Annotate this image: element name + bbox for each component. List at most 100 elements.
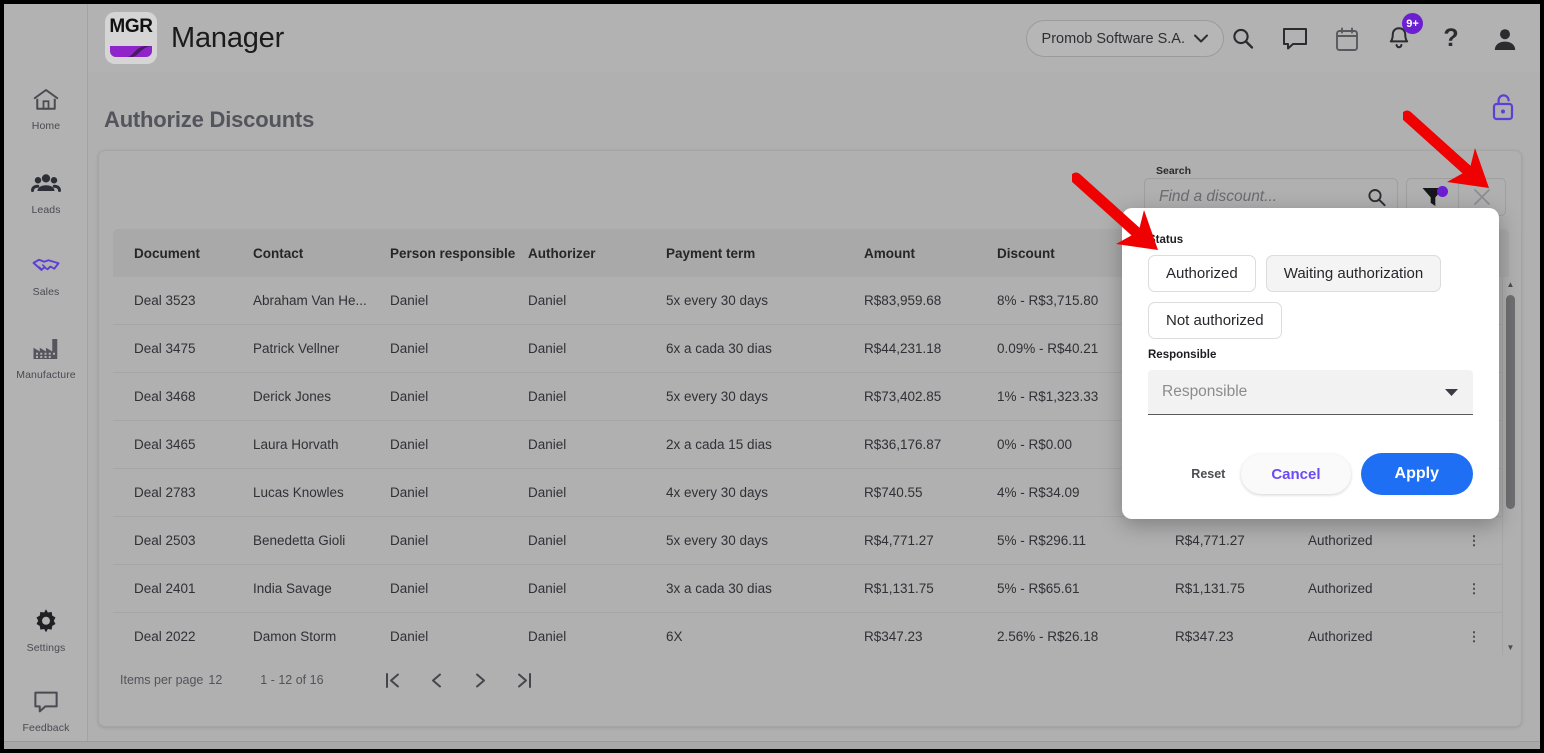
column-header-contact[interactable]: Contact [253, 246, 390, 261]
search-icon-button[interactable] [1222, 18, 1264, 60]
reset-button[interactable]: Reset [1191, 467, 1225, 481]
scroll-up-arrow[interactable]: ▲ [1503, 277, 1518, 292]
previous-page-button[interactable] [420, 663, 454, 697]
org-selector[interactable]: Promob Software S.A. [1025, 20, 1224, 57]
column-header-payment-term[interactable]: Payment term [666, 246, 864, 261]
last-page-button[interactable] [508, 663, 542, 697]
speech-bubble-icon [34, 691, 58, 712]
sidebar-item-home[interactable]: Home [4, 78, 88, 138]
user-avatar-icon [1494, 29, 1516, 50]
items-per-page-label: Items per page [120, 673, 204, 687]
sidebar-item-label: Feedback [22, 721, 70, 734]
responsible-select[interactable]: Responsible [1148, 370, 1473, 415]
cell-amount: R$36,176.87 [864, 437, 942, 452]
close-icon [1474, 189, 1490, 205]
table-scrollbar[interactable]: ▲ ▼ [1502, 277, 1517, 655]
svg-text:?: ? [1443, 26, 1458, 52]
column-header-document[interactable]: Document [113, 246, 253, 261]
cell-final-value: R$4,771.27 [1175, 533, 1245, 548]
cell-amount: R$44,231.18 [864, 341, 942, 356]
cell-discount: 5% - R$65.61 [997, 581, 1080, 596]
home-icon [33, 88, 59, 110]
sidebar-item-leads[interactable]: Leads [4, 162, 88, 222]
sidebar-item-label: Home [31, 119, 61, 132]
status-chip[interactable]: Authorized [1148, 255, 1256, 292]
cell-person-responsible: Daniel [390, 533, 429, 548]
sidebar-item-manufacture[interactable]: Manufacture [4, 326, 88, 388]
first-page-button[interactable] [376, 663, 410, 697]
row-actions-button[interactable]: ⋮ [1458, 581, 1498, 597]
cell-payment-term: 6x a cada 30 dias [666, 341, 772, 356]
cancel-button[interactable]: Cancel [1241, 454, 1351, 494]
scrollbar-thumb[interactable] [1506, 295, 1515, 509]
next-page-button[interactable] [464, 663, 498, 697]
calendar-icon [1336, 27, 1358, 51]
status-chip[interactable]: Waiting authorization [1265, 255, 1442, 292]
table-row[interactable]: Deal 2022 Damon Storm Daniel Daniel 6X R$347.… [113, 613, 1509, 655]
cell-person-responsible: Daniel [390, 341, 429, 356]
column-header-person-responsible[interactable]: Person responsible [390, 246, 528, 261]
search-label: Search [1156, 165, 1192, 177]
cell-contact: India Savage [253, 581, 332, 596]
search-icon [1233, 28, 1254, 49]
row-actions-button[interactable]: ⋮ [1458, 629, 1498, 645]
cell-final-value: R$347.23 [1175, 629, 1234, 644]
column-header-authorizer[interactable]: Authorizer [528, 246, 666, 261]
cell-authorizer: Daniel [528, 293, 567, 308]
calendar-icon-button[interactable] [1326, 18, 1368, 60]
cell-document: Deal 2022 [134, 629, 196, 644]
page-range-label: 1 - 12 of 16 [260, 673, 324, 687]
notifications-button[interactable]: 9+ [1378, 13, 1423, 60]
chat-icon-button[interactable] [1274, 18, 1316, 60]
help-button[interactable]: ? [1430, 18, 1472, 60]
responsible-select-value: Responsible [1162, 383, 1248, 400]
cell-discount: 2.56% - R$26.18 [997, 629, 1099, 644]
logo-swoosh-icon [110, 46, 152, 57]
cell-authorizer: Daniel [528, 629, 567, 644]
items-per-page-value[interactable]: 12 [208, 673, 222, 687]
brand-title: Manager [171, 21, 285, 54]
cell-person-responsible: Daniel [390, 293, 429, 308]
top-bar: MGR Manager Promob Software S.A. 9+ ? [88, 4, 1540, 72]
apply-button[interactable]: Apply [1360, 453, 1473, 495]
cell-contact: Derick Jones [253, 389, 332, 404]
scroll-down-arrow[interactable]: ▼ [1503, 640, 1518, 655]
next-page-icon [476, 673, 486, 687]
cell-document: Deal 2401 [134, 581, 196, 596]
table-row[interactable]: Deal 2503 Benedetta Gioli Daniel Daniel 5x e… [113, 517, 1509, 565]
cell-amount: R$1,131.75 [864, 581, 934, 596]
column-header-amount[interactable]: Amount [864, 246, 997, 261]
table-row[interactable]: Deal 2401 India Savage Daniel Daniel 3x a ca… [113, 565, 1509, 613]
cell-status: Authorized [1308, 581, 1373, 596]
sidebar-item-settings[interactable]: Settings [4, 600, 88, 660]
sidebar-item-label: Settings [26, 641, 66, 654]
cell-authorizer: Daniel [528, 389, 567, 404]
status-chip-group: Authorized Waiting authorization Not autho… [1148, 255, 1473, 339]
status-chip[interactable]: Not authorized [1148, 302, 1282, 339]
unlock-button[interactable] [1486, 90, 1520, 124]
cell-contact: Damon Storm [253, 629, 337, 644]
search-input[interactable] [1157, 187, 1366, 207]
previous-page-icon [432, 673, 442, 687]
cell-authorizer: Daniel [528, 341, 567, 356]
cell-payment-term: 2x a cada 15 dias [666, 437, 772, 452]
cell-person-responsible: Daniel [390, 629, 429, 644]
cell-amount: R$83,959.68 [864, 293, 942, 308]
user-menu-button[interactable] [1484, 18, 1526, 60]
sidebar-item-label: Sales [32, 285, 60, 298]
paginator: Items per page 12 1 - 12 of 16 [113, 660, 542, 700]
sidebar-item-feedback[interactable]: Feedback [4, 680, 88, 740]
filter-actions: Reset Cancel Apply [1191, 453, 1473, 495]
cell-document: Deal 3465 [134, 437, 196, 452]
org-selector-label: Promob Software S.A. [1041, 30, 1185, 47]
cell-document: Deal 2783 [134, 485, 196, 500]
sidebar-item-sales[interactable]: Sales [4, 244, 88, 304]
first-page-icon [386, 672, 400, 688]
chat-icon [1283, 28, 1307, 50]
cell-payment-term: 3x a cada 30 dias [666, 581, 772, 596]
cell-contact: Patrick Vellner [253, 341, 340, 356]
chevron-down-icon [1445, 388, 1458, 396]
row-actions-button[interactable]: ⋮ [1458, 533, 1498, 549]
cell-payment-term: 5x every 30 days [666, 293, 769, 308]
cell-payment-term: 5x every 30 days [666, 389, 769, 404]
